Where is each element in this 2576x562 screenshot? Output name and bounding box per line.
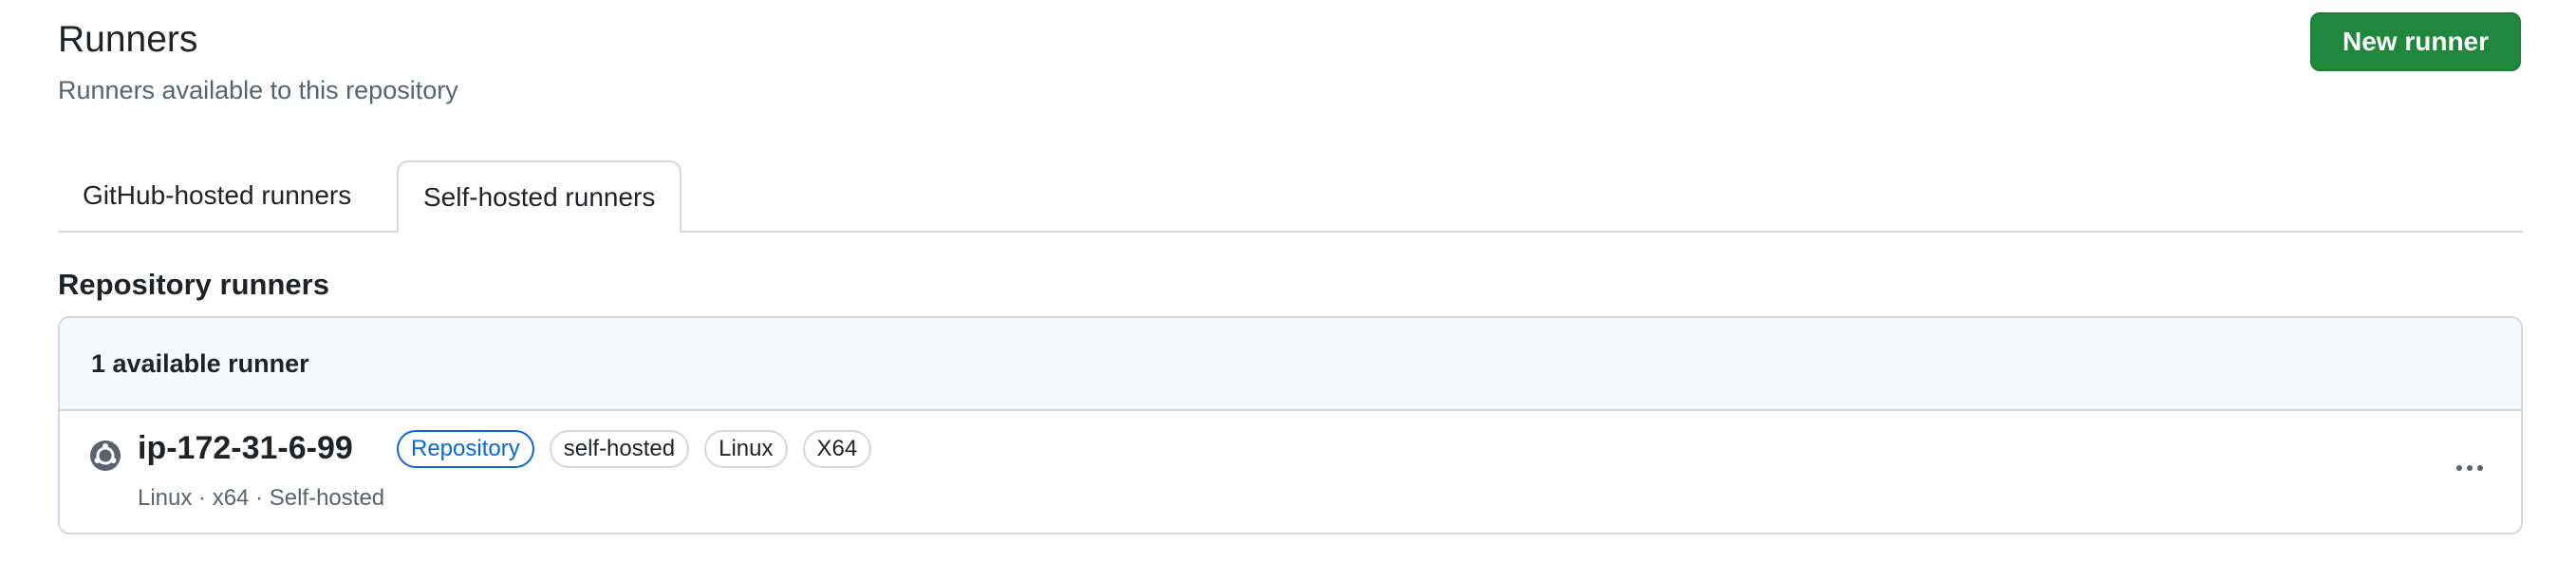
tab-github-hosted-runners[interactable]: GitHub-hosted runners <box>58 160 376 231</box>
ubuntu-icon <box>90 440 121 471</box>
tab-self-hosted-runners[interactable]: Self-hosted runners <box>397 160 682 233</box>
label-linux: Linux <box>704 430 788 468</box>
label-x64: X64 <box>802 430 872 468</box>
runner-meta: Linux · x64 · Self-hosted <box>138 485 385 511</box>
more-options-icon[interactable] <box>2447 449 2492 487</box>
label-repository: Repository <box>397 430 534 468</box>
page-subtitle: Runners available to this repository <box>58 76 458 104</box>
runner-list: 1 available runner ip-172-31-6-99 Reposi… <box>58 316 2523 534</box>
runner-name[interactable]: ip-172-31-6-99 <box>138 430 353 467</box>
runner-count: 1 available runner <box>60 318 2521 411</box>
section-title: Repository runners <box>58 268 329 301</box>
runner-row[interactable]: ip-172-31-6-99 Repository self-hosted Li… <box>60 411 2521 533</box>
page-title: Runners <box>58 19 198 60</box>
label-self-hosted: self-hosted <box>549 430 690 468</box>
runner-labels: Repository self-hosted Linux X64 <box>397 430 872 468</box>
new-runner-button[interactable]: New runner <box>2310 12 2521 71</box>
runner-tabs: GitHub-hosted runners Self-hosted runner… <box>58 160 2523 233</box>
